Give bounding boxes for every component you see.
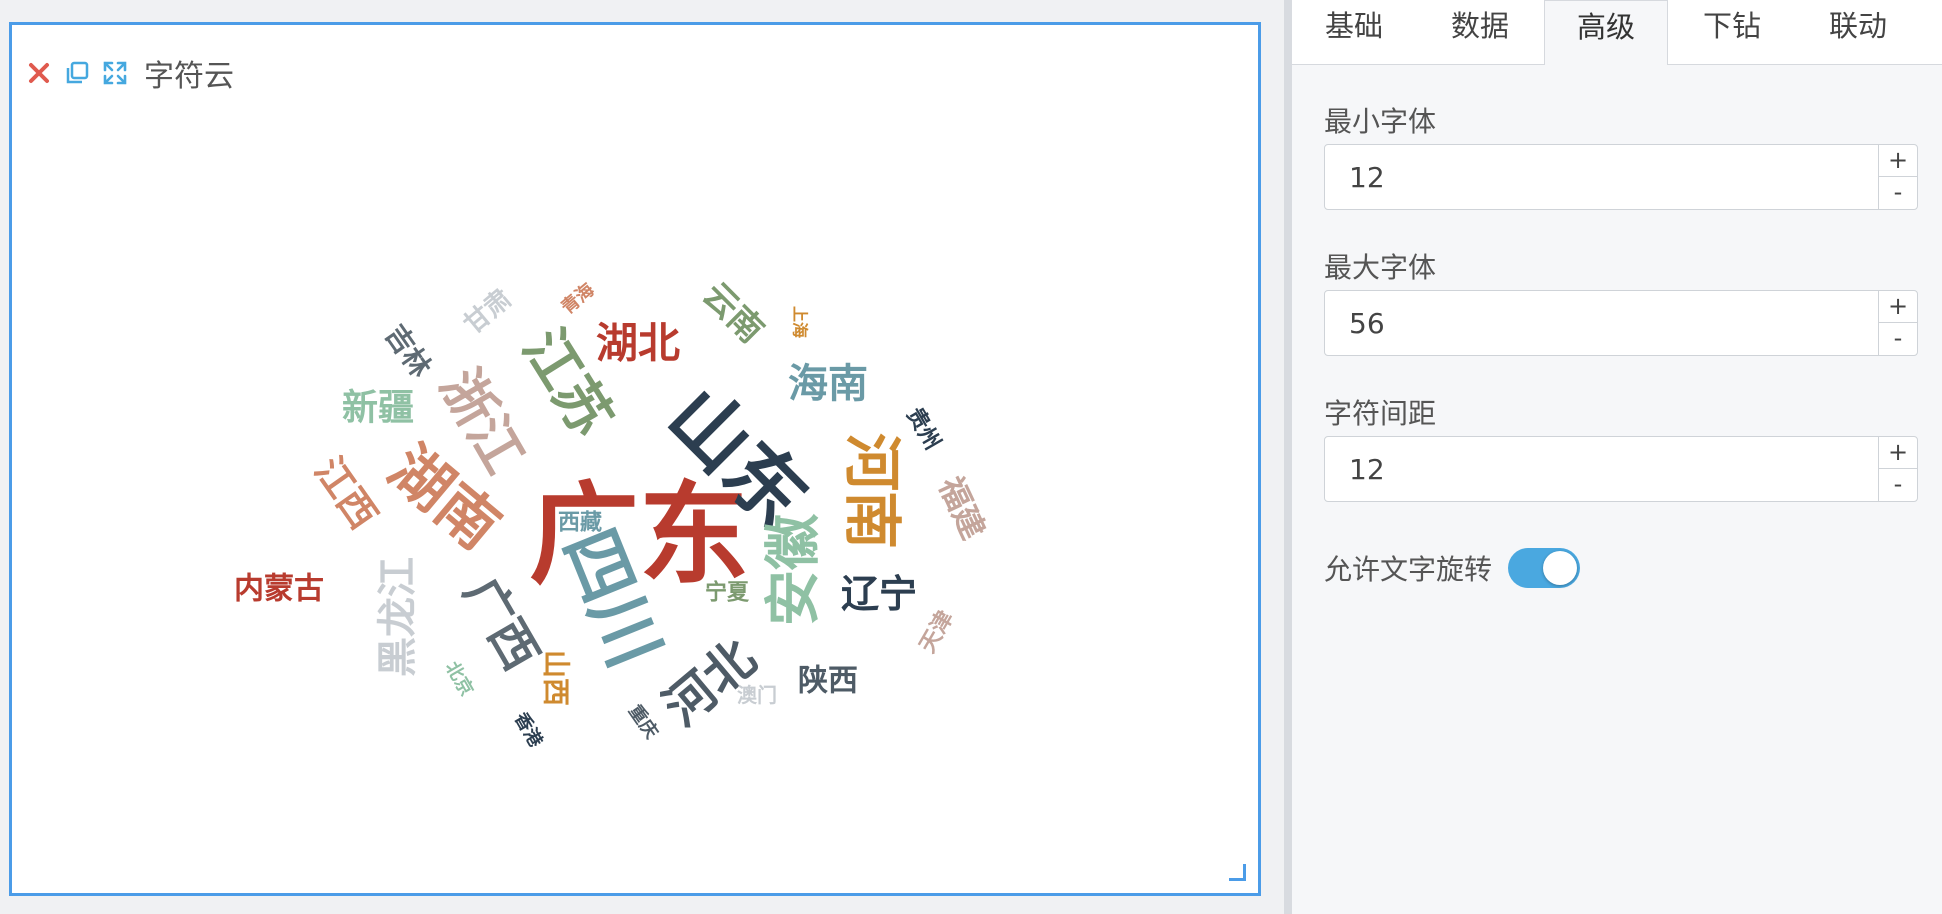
cloud-word: 山西 — [540, 650, 573, 706]
cloud-word: 北京 — [441, 658, 478, 700]
settings-tabs: 基础 数据 高级 下钻 联动 — [1292, 0, 1942, 65]
panel-divider[interactable] — [1284, 0, 1292, 914]
cloud-word: 湖北 — [596, 319, 680, 368]
settings-panel: 基础 数据 高级 下钻 联动 最小字体 + - 最大字体 + - 字符间距 + … — [1292, 0, 1942, 914]
cloud-word: 陕西 — [798, 664, 858, 699]
spacing-increment-button[interactable]: + — [1879, 437, 1917, 469]
cloud-word: 内蒙古 — [234, 572, 324, 607]
min-font-step-buttons: + - — [1878, 145, 1917, 209]
toggle-knob — [1543, 551, 1578, 585]
cloud-word: 辽宁 — [841, 572, 917, 616]
spacing-stepper: + - — [1324, 436, 1918, 502]
min-font-decrement-button[interactable]: - — [1879, 177, 1917, 208]
max-font-decrement-button[interactable]: - — [1879, 323, 1917, 354]
tab-basic[interactable]: 基础 — [1292, 0, 1416, 64]
rotate-label: 允许文字旋转 — [1324, 553, 1493, 586]
spacing-input[interactable] — [1325, 437, 1881, 501]
min-font-input[interactable] — [1325, 145, 1881, 209]
dashboard-canvas: 字符云 广东 山东 四川 湖南 江苏 河南 安徽 浙江 河北 广西 湖北 海南 黑龙江 辽宁 江西 新疆 云南福… — [0, 0, 1284, 914]
min-font-label: 最小字体 — [1324, 105, 1437, 138]
cloud-word: 澳门 — [737, 683, 777, 707]
word-cloud: 广东山东四川湖南江苏河南安徽浙江河北广西湖北海南黑龙江 辽宁江西新疆云南福建内蒙古… — [234, 275, 993, 752]
cloud-word: 甘肃 — [458, 284, 517, 340]
spacing-decrement-button[interactable]: - — [1879, 469, 1917, 500]
max-font-increment-button[interactable]: + — [1879, 291, 1917, 323]
cloud-word: 黑龙江 — [375, 557, 421, 677]
cloud-word: 河南 — [838, 433, 906, 549]
min-font-increment-button[interactable]: + — [1879, 145, 1917, 177]
cloud-word: 重庆 — [624, 701, 663, 743]
tab-data[interactable]: 数据 — [1418, 0, 1542, 64]
cloud-word: 青海 — [557, 279, 599, 319]
min-font-stepper: + - — [1324, 144, 1918, 210]
tab-linkage[interactable]: 联动 — [1796, 0, 1920, 64]
resize-handle[interactable] — [1229, 864, 1246, 881]
tab-advanced[interactable]: 高级 — [1544, 0, 1668, 65]
cloud-word: 宁夏 — [705, 580, 750, 606]
cloud-word: 西藏 — [558, 511, 602, 536]
cloud-word: 福建 — [931, 470, 993, 545]
cloud-word: 香港 — [509, 708, 546, 751]
max-font-input[interactable] — [1325, 291, 1881, 355]
cloud-word: 吉林 — [378, 319, 437, 384]
spacing-step-buttons: + - — [1878, 437, 1917, 501]
rotate-toggle-row: 允许文字旋转 — [1324, 548, 1581, 588]
max-font-label: 最大字体 — [1324, 251, 1437, 284]
cloud-word: 江西 — [306, 449, 386, 537]
rotate-toggle[interactable] — [1508, 548, 1581, 588]
cloud-word: 安徽 — [762, 513, 827, 626]
cloud-word: 天津 — [914, 606, 959, 657]
cloud-word: 新疆 — [342, 388, 414, 429]
cloud-word: 云南 — [695, 275, 771, 351]
cloud-word: 贵州 — [901, 404, 945, 455]
wordcloud-widget[interactable]: 字符云 广东 山东 四川 湖南 江苏 河南 安徽 浙江 河北 广西 湖北 海南 黑龙江 辽宁 江西 新疆 云南福… — [9, 22, 1261, 896]
cloud-word: 海南 — [788, 361, 868, 407]
max-font-stepper: + - — [1324, 290, 1918, 356]
tab-drilldown[interactable]: 下钻 — [1670, 0, 1794, 64]
max-font-step-buttons: + - — [1878, 291, 1917, 355]
spacing-label: 字符间距 — [1324, 397, 1437, 430]
cloud-word: 上海 — [791, 306, 810, 338]
